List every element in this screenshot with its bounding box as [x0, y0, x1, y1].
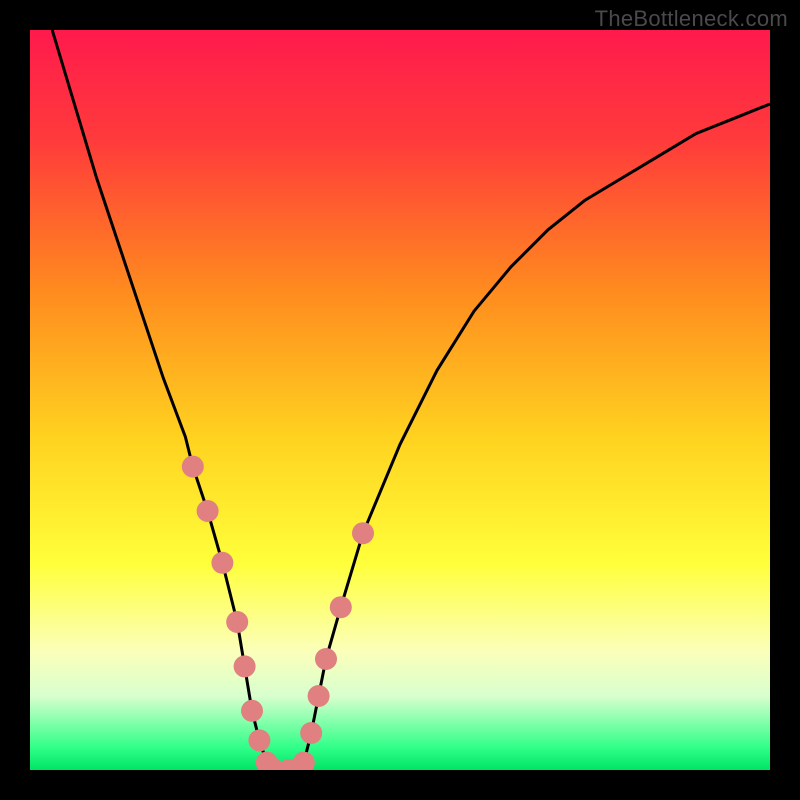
watermark-text: TheBottleneck.com	[595, 6, 788, 32]
data-marker	[300, 722, 322, 744]
data-marker	[352, 522, 374, 544]
data-marker	[211, 552, 233, 574]
app-frame: TheBottleneck.com	[0, 0, 800, 800]
data-marker	[241, 700, 263, 722]
data-marker	[182, 456, 204, 478]
data-marker	[315, 648, 337, 670]
data-marker	[308, 685, 330, 707]
data-marker	[330, 596, 352, 618]
data-marker	[234, 655, 256, 677]
gradient-background	[30, 30, 770, 770]
plot-area	[30, 30, 770, 770]
bottleneck-chart	[30, 30, 770, 770]
data-marker	[197, 500, 219, 522]
data-marker	[226, 611, 248, 633]
data-marker	[248, 729, 270, 751]
